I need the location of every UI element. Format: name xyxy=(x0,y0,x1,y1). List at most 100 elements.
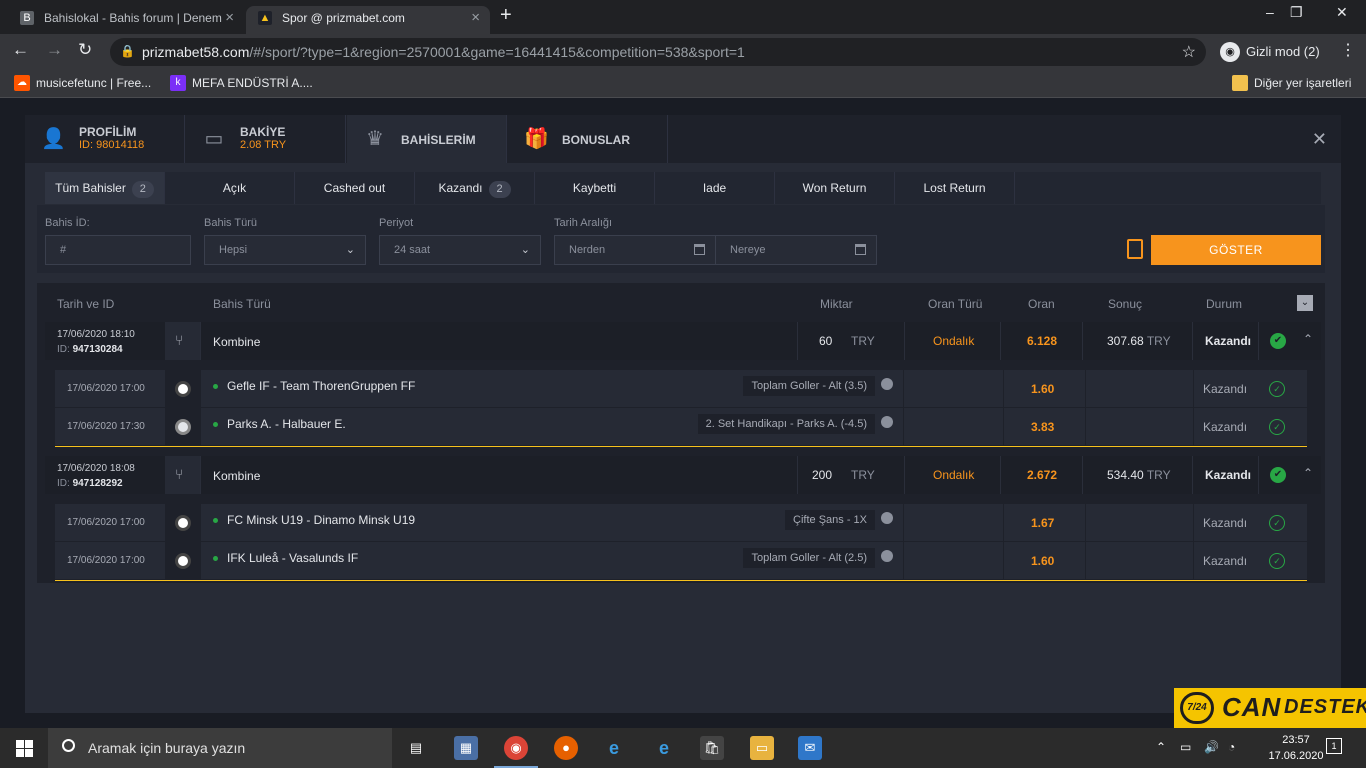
clipboard-icon[interactable] xyxy=(1127,239,1143,259)
date-from-input[interactable]: Nerden xyxy=(554,235,716,265)
lock-icon: 🔒 xyxy=(120,44,135,58)
tab-bonuses[interactable]: 🎁 BONUSLAR xyxy=(508,115,668,163)
bet-id-input[interactable]: # xyxy=(45,235,191,265)
edge-icon[interactable]: e xyxy=(652,736,676,760)
file-explorer-icon[interactable]: ▭ xyxy=(750,736,774,760)
bet-date: 17/06/2020 18:08 xyxy=(57,463,135,474)
bookmark-star-icon[interactable]: ☆ xyxy=(1182,42,1196,62)
tab-title: Spor @ prizmabet.com xyxy=(282,11,405,25)
filter-tab-lost-return[interactable]: Lost Return xyxy=(895,172,1015,204)
windows-taskbar: Aramak için buraya yazın ▤ ▦ ◉ ● e e 🛍 ▭… xyxy=(0,728,1366,768)
count-badge: 2 xyxy=(488,181,511,198)
mail-icon[interactable]: ✉ xyxy=(798,736,822,760)
date-to-input[interactable]: Nereye xyxy=(715,235,877,265)
bet-type: Kombine xyxy=(213,335,261,349)
stats-icon[interactable] xyxy=(881,378,893,390)
minimize-button[interactable]: – xyxy=(1266,4,1274,20)
taskbar-clock[interactable]: 23:57 17.06.2020 xyxy=(1268,732,1324,764)
forward-arrow-icon[interactable]: → xyxy=(46,40,63,60)
col-header-status: Durum xyxy=(1206,297,1243,311)
check-outline-icon: ✓ xyxy=(1269,419,1285,435)
browser-tab-prizmabet[interactable]: ▲ Spor @ prizmabet.com × xyxy=(246,6,490,34)
chrome-icon[interactable]: ◉ xyxy=(494,736,538,768)
col-header-result: Sonuç xyxy=(1108,297,1143,311)
bet-row[interactable]: 17/06/2020 18:08 ID: 947128292 ⑂ Kombine… xyxy=(45,456,1321,494)
windows-start-icon[interactable] xyxy=(16,740,33,757)
close-icon[interactable]: ✕ xyxy=(1312,129,1327,150)
stats-icon[interactable] xyxy=(881,550,893,562)
bet-currency: TRY xyxy=(851,334,875,348)
chevron-up-icon[interactable]: ⌃ xyxy=(1156,740,1166,754)
bookmark-mefa[interactable]: k MEFA ENDÜSTRİ A.... xyxy=(170,75,313,91)
check-outline-icon: ✓ xyxy=(1269,515,1285,531)
browser-menu-icon[interactable]: ⋮ xyxy=(1340,40,1356,60)
browser-tab-bahislokal[interactable]: B Bahislokal - Bahis forum | Denem × xyxy=(8,6,244,34)
live-dot-icon xyxy=(213,556,218,561)
volume-icon[interactable]: 🔊 xyxy=(1204,740,1219,754)
selection-row: 17/06/2020 17:00 IFK Luleå - Vasalunds I… xyxy=(55,542,1307,580)
tab-my-bets[interactable]: ♛ BAHİSLERİM xyxy=(347,115,507,163)
gift-icon: 🎁 xyxy=(524,128,549,150)
network-app-icon[interactable]: ▦ xyxy=(454,736,478,760)
back-arrow-icon[interactable]: ← xyxy=(12,40,29,60)
browser-toolbar: ← → ↻ 🔒 prizmabet58.com/#/sport/?type=1&… xyxy=(0,34,1366,70)
bookmark-musicefetunc[interactable]: ☁ musicefetunc | Free... xyxy=(14,75,151,91)
tab-profile[interactable]: 👤 PROFİLİM ID: 98014118 xyxy=(25,115,185,163)
combo-icon: ⑂ xyxy=(165,322,201,360)
close-tab-icon[interactable]: × xyxy=(471,6,480,30)
match-name: Gefle IF - Team ThorenGruppen FF xyxy=(227,379,416,393)
odds-type: Ondalık xyxy=(933,468,975,482)
bet-divider xyxy=(55,580,1307,581)
col-header-odds-type: Oran Türü xyxy=(928,297,983,311)
live-dot-icon xyxy=(213,422,218,427)
selection-row: 17/06/2020 17:00 FC Minsk U19 - Dinamo M… xyxy=(55,504,1307,542)
filter-tab-all[interactable]: Tüm Bahisler 2 xyxy=(45,172,165,204)
collapse-all-icon[interactable]: ⌄ xyxy=(1297,295,1313,311)
selection-date: 17/06/2020 17:00 xyxy=(67,383,145,394)
bet-type-label: Bahis Türü xyxy=(204,217,257,229)
filter-tab-open[interactable]: Açık xyxy=(175,172,295,204)
filter-tab-refund[interactable]: Iade xyxy=(655,172,775,204)
battery-icon[interactable]: ▭ xyxy=(1180,740,1191,754)
live-support-badge[interactable]: 7/24 CAN DESTEK xyxy=(1174,688,1366,728)
calendar-icon xyxy=(855,244,866,255)
bet-type-select[interactable]: Hepsi ⌄ xyxy=(204,235,366,265)
close-window-button[interactable]: ✕ xyxy=(1336,4,1348,21)
selection-odds: 1.60 xyxy=(1031,554,1055,568)
close-tab-icon[interactable]: × xyxy=(225,6,234,30)
incognito-indicator[interactable]: ◉ Gizli mod (2) xyxy=(1216,38,1330,66)
chevron-up-icon[interactable]: ⌃ xyxy=(1303,332,1313,346)
firefox-icon[interactable]: ● xyxy=(554,736,578,760)
chevron-up-icon[interactable]: ⌃ xyxy=(1303,466,1313,480)
bet-row[interactable]: 17/06/2020 18:10 ID: 947130284 ⑂ Kombine… xyxy=(45,322,1321,360)
tab-balance[interactable]: ▭ BAKİYE 2.08 TRY xyxy=(186,115,346,163)
bet-divider xyxy=(55,446,1307,447)
address-bar[interactable]: 🔒 prizmabet58.com/#/sport/?type=1&region… xyxy=(110,38,1206,66)
odds-type: Ondalık xyxy=(933,334,975,348)
live-dot-icon xyxy=(213,384,218,389)
wifi-icon[interactable]: ◔ xyxy=(1228,740,1235,754)
incognito-icon: ◉ xyxy=(1220,42,1240,62)
maximize-button[interactable]: ❐ xyxy=(1290,4,1303,21)
show-button[interactable]: GÖSTER xyxy=(1151,235,1321,265)
reload-icon[interactable]: ↻ xyxy=(78,40,92,60)
stats-icon[interactable] xyxy=(881,416,893,428)
ie-icon[interactable]: e xyxy=(602,736,626,760)
bet-id: ID: 947128292 xyxy=(57,478,123,489)
filter-tab-lost[interactable]: Kaybetti xyxy=(535,172,655,204)
filter-tab-won-return[interactable]: Won Return xyxy=(775,172,895,204)
other-bookmarks[interactable]: Diğer yer işaretleri xyxy=(1232,75,1351,91)
filter-tab-won[interactable]: Kazandı 2 xyxy=(415,172,535,204)
match-name: Parks A. - Halbauer E. xyxy=(227,417,346,431)
filter-tab-cashed-out[interactable]: Cashed out xyxy=(295,172,415,204)
period-select[interactable]: 24 saat ⌄ xyxy=(379,235,541,265)
new-tab-button[interactable]: + xyxy=(500,4,512,27)
bet-odds: 2.672 xyxy=(1027,468,1058,482)
date-range-label: Tarih Aralığı xyxy=(554,217,613,229)
task-view-icon[interactable]: ▤ xyxy=(404,736,428,760)
stats-icon[interactable] xyxy=(881,512,893,524)
badge-word-1: CAN xyxy=(1222,692,1282,722)
store-icon[interactable]: 🛍 xyxy=(700,736,724,760)
taskbar-search[interactable]: Aramak için buraya yazın xyxy=(48,728,392,768)
notification-center-icon[interactable]: 1 xyxy=(1326,738,1342,754)
